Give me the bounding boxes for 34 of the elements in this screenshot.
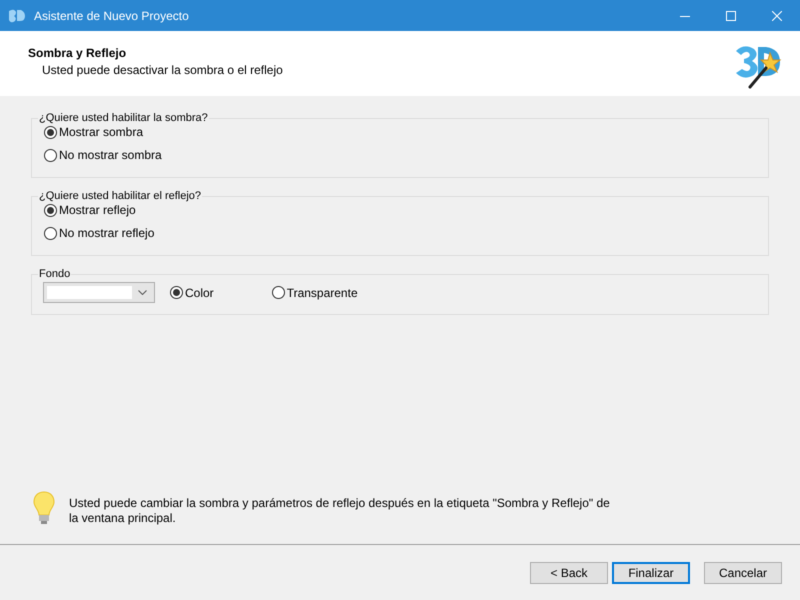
radio-button[interactable] <box>44 226 57 240</box>
radio-button[interactable] <box>44 204 57 216</box>
dialog-button[interactable]: < Back <box>530 562 608 584</box>
radio-option[interactable]: Transparente <box>272 284 358 300</box>
hint-text: Usted puede cambiar la sombra y parámetros de reflejo después en la etiqueta "Sombra y Reflejo" de la ventana principal. <box>69 496 611 526</box>
group-title: ¿Quiere usted habilitar la sombra? <box>38 112 209 124</box>
option-label: No mostrar sombra <box>59 148 162 162</box>
radio-button[interactable] <box>44 148 57 162</box>
radio-button[interactable] <box>44 126 57 138</box>
dialog-button[interactable]: Finalizar <box>612 562 690 584</box>
option-label: Color <box>185 286 214 300</box>
page-subtitle: Usted puede desactivar la sombra o el reflejo <box>42 63 284 77</box>
radio-option[interactable]: Mostrar reflejo <box>44 202 760 218</box>
light-bulb-icon <box>33 491 55 525</box>
radio-button[interactable] <box>170 286 183 299</box>
maximize-icon <box>726 10 736 20</box>
dialog-button[interactable]: Cancelar <box>704 562 782 584</box>
radio-option[interactable]: No mostrar reflejo <box>44 225 760 241</box>
radio-option[interactable]: Color <box>170 284 214 300</box>
option-label: Mostrar reflejo <box>59 203 136 217</box>
group-title: Fondo <box>38 268 72 280</box>
option-label: No mostrar reflejo <box>59 226 154 240</box>
color-dropdown[interactable] <box>43 282 155 303</box>
app-icon <box>8 8 26 24</box>
radio-option[interactable]: Mostrar sombra <box>44 124 760 140</box>
group-title: ¿Quiere usted habilitar el reflejo? <box>38 190 202 202</box>
window-title: Asistente de Nuevo Proyecto <box>34 8 190 22</box>
radio-option[interactable]: No mostrar sombra <box>44 147 760 163</box>
chevron-down-icon <box>138 290 147 295</box>
page-title: Sombra y Reflejo <box>28 46 128 60</box>
close-icon <box>772 10 782 20</box>
option-label: Transparente <box>286 286 358 300</box>
radio-button[interactable] <box>272 286 285 299</box>
option-label: Mostrar sombra <box>59 125 144 139</box>
